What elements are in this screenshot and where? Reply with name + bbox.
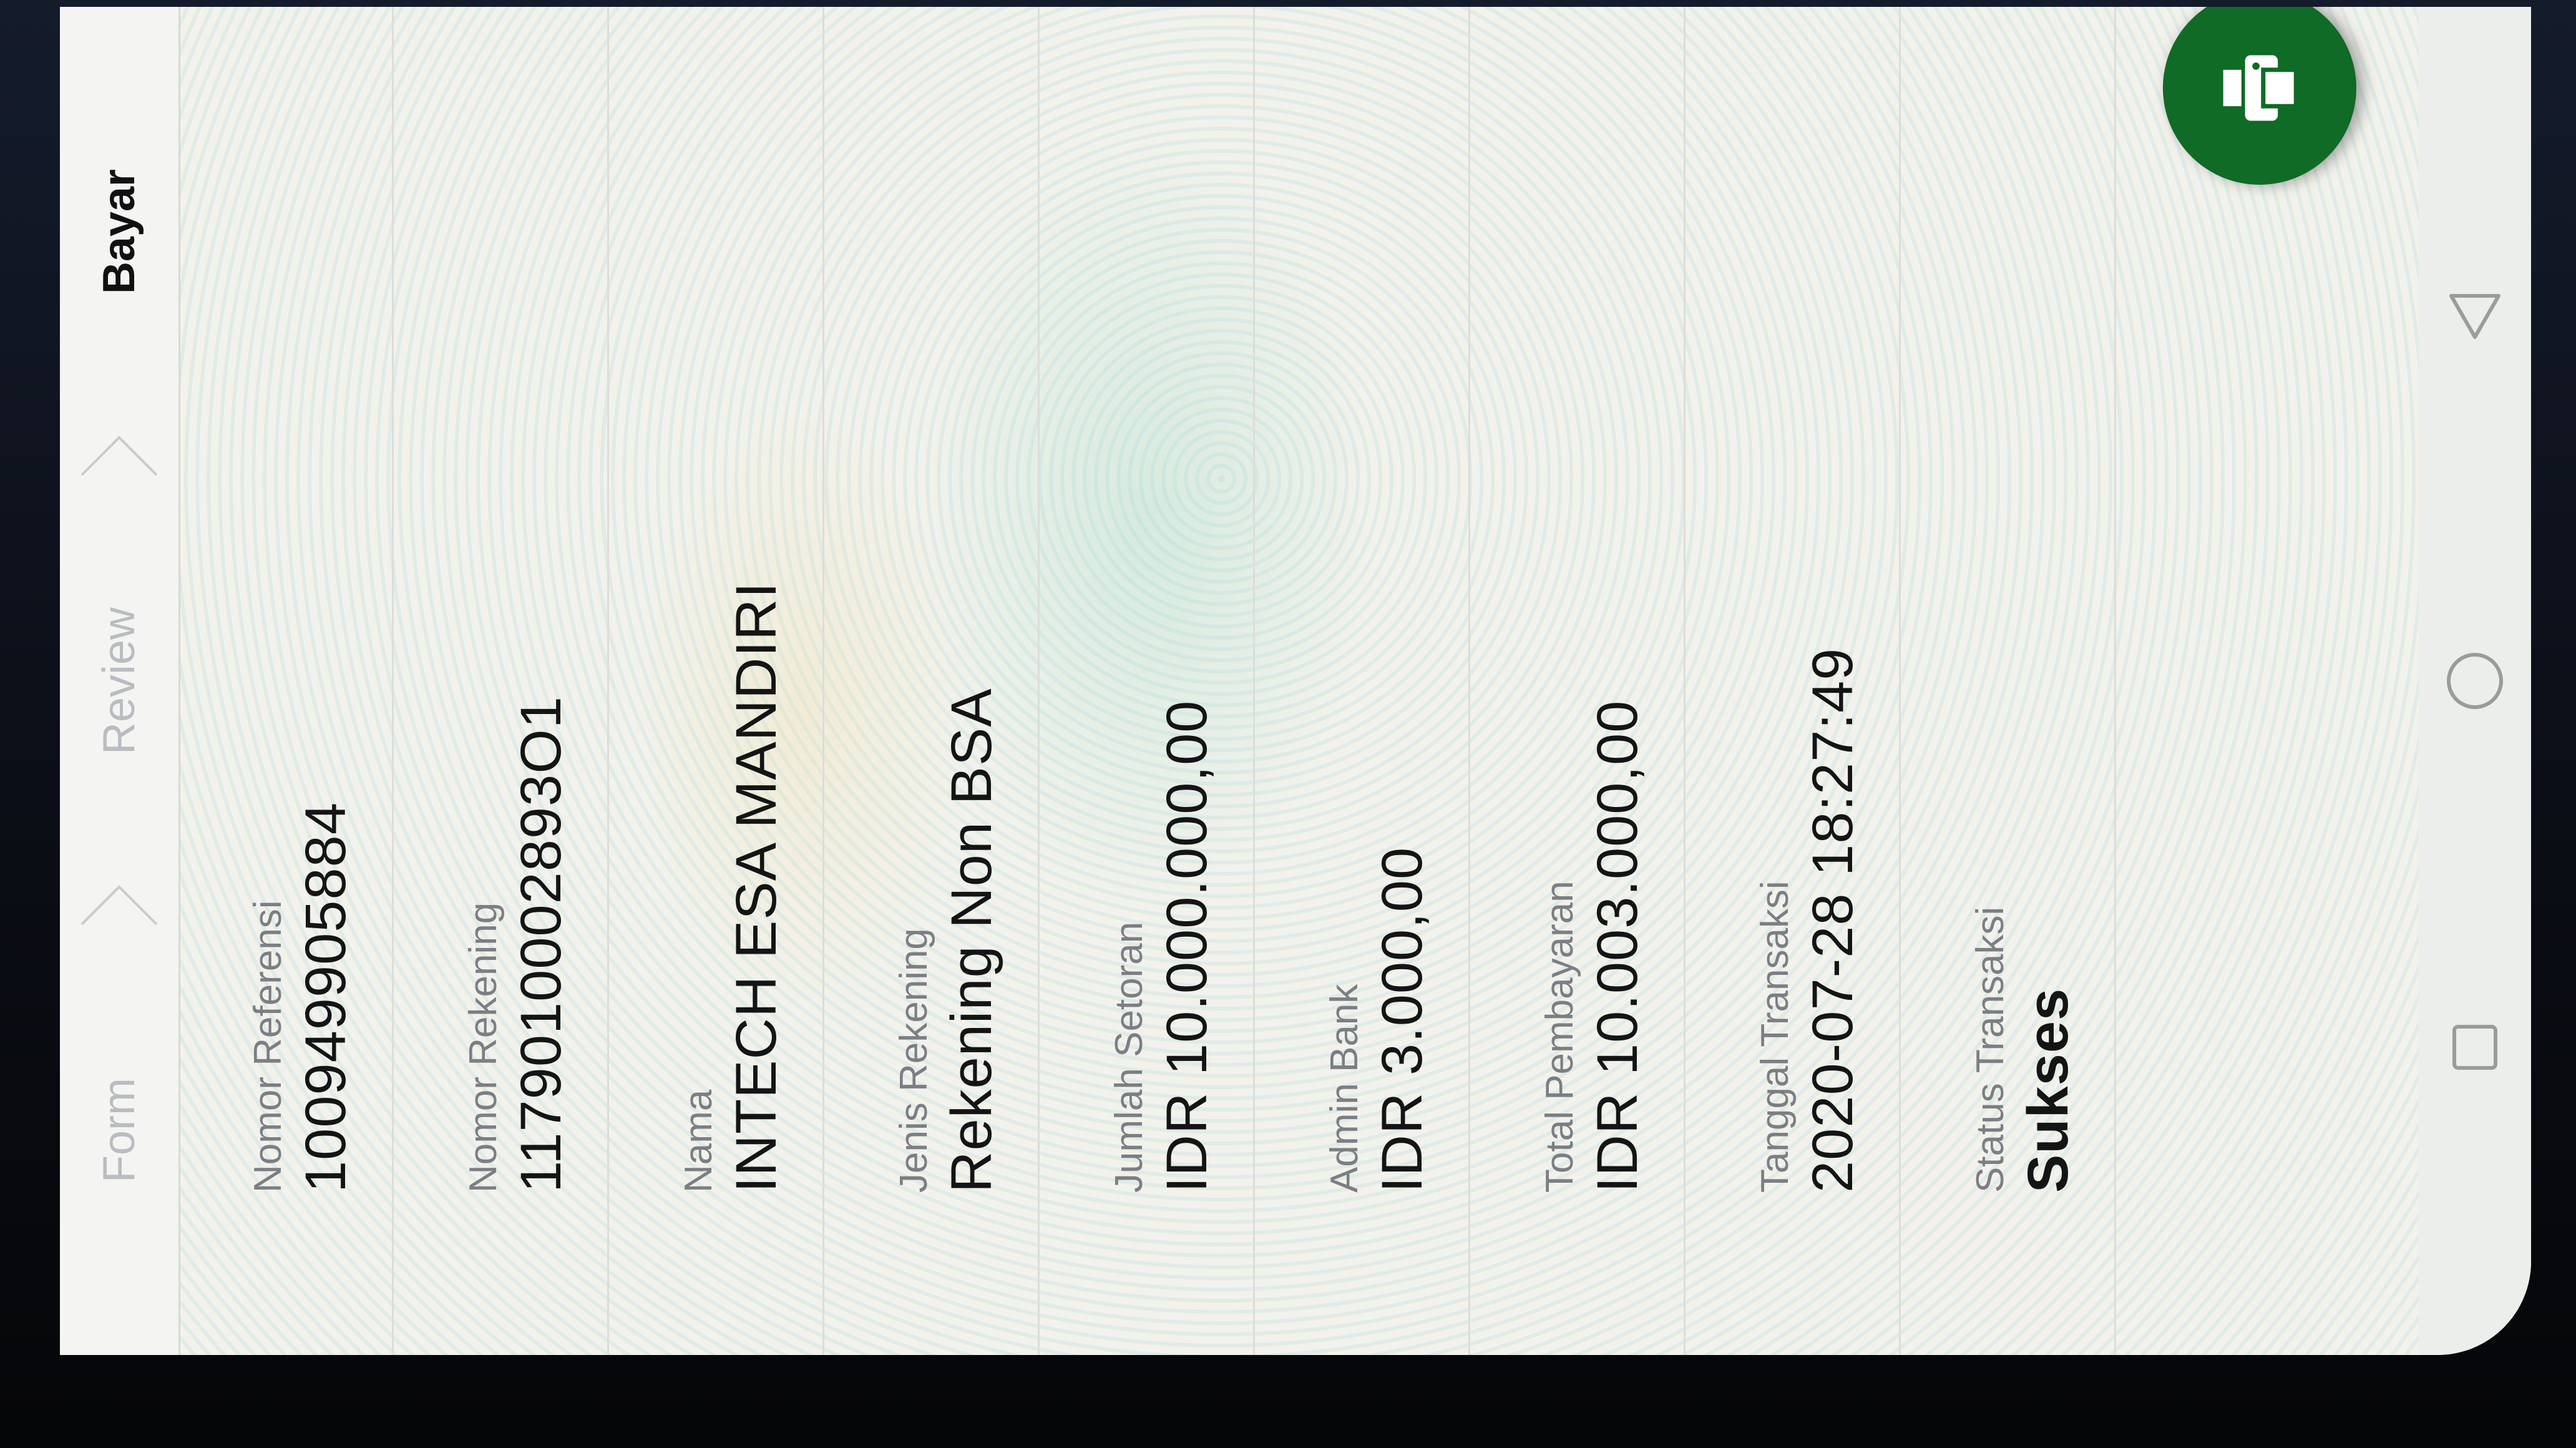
home-button[interactable] [2441, 647, 2509, 715]
recents-button[interactable] [2441, 1013, 2509, 1082]
detail-label: Admin Bank [1323, 984, 1366, 1193]
detail-label: Nomor Rekening [462, 902, 505, 1193]
home-circle-icon [2447, 653, 2503, 710]
step-bayar[interactable]: Bayar [60, 7, 178, 456]
transaction-details: Nomor Referensi 100949905884 Nomor Reken… [178, 7, 2116, 1355]
detail-value: Rekening Non BSA [940, 688, 1003, 1193]
detail-value: IDR 10.003.000,00 [1586, 700, 1649, 1193]
detail-label: Nomor Referensi [246, 900, 290, 1193]
detail-label: Jenis Rekening [892, 928, 935, 1193]
detail-row-nama: Nama INTECH ESA MANDIRI [609, 7, 824, 1355]
detail-value: 1179010002893O1 [509, 695, 573, 1193]
system-navigation-bar [2419, 7, 2531, 1355]
detail-label: Tanggal Transaksi [1754, 881, 1797, 1193]
detail-row-tanggal-transaksi: Tanggal Transaksi 2020-07-28 18:27:49 [1686, 7, 1901, 1355]
detail-label: Jumlah Setoran [1108, 921, 1151, 1193]
detail-value: IDR 3.000,00 [1370, 846, 1434, 1193]
step-review[interactable]: Review [60, 436, 178, 906]
detail-value: 100949905884 [294, 802, 358, 1193]
back-button[interactable] [2441, 280, 2509, 349]
status-value: Sukses [2016, 987, 2080, 1193]
detail-value: INTECH ESA MANDIRI [724, 581, 788, 1193]
step-form[interactable]: Form [60, 885, 178, 1355]
step-bayar-label: Bayar [94, 169, 144, 295]
photo-scene: Form Review Bayar Nomor Referensi 100949… [0, 0, 2576, 1448]
detail-row-jumlah-setoran: Jumlah Setoran IDR 10.000.000,00 [1040, 7, 1255, 1355]
detail-row-jenis-rekening: Jenis Rekening Rekening Non BSA [824, 7, 1040, 1355]
detail-row-total-pembayaran: Total Pembayaran IDR 10.003.000,00 [1470, 7, 1686, 1355]
detail-value: IDR 10.000.000,00 [1155, 700, 1219, 1193]
detail-value: 2020-07-28 18:27:49 [1801, 647, 1865, 1193]
recents-square-icon [2452, 1024, 2497, 1070]
printer-icon [2223, 55, 2298, 121]
step-form-label: Form [94, 1078, 144, 1183]
phone-screen: Form Review Bayar Nomor Referensi 100949… [60, 7, 2531, 1355]
back-triangle-icon [2449, 294, 2500, 340]
transaction-stepper: Form Review Bayar [60, 7, 180, 1355]
detail-label: Status Transaksi [1969, 906, 2012, 1193]
detail-row-nomor-rekening: Nomor Rekening 1179010002893O1 [394, 7, 609, 1355]
detail-label: Nama [677, 1089, 720, 1193]
detail-row-nomor-referensi: Nomor Referensi 100949905884 [178, 7, 394, 1355]
detail-label: Total Pembayaran [1538, 881, 1581, 1193]
detail-row-status-transaksi: Status Transaksi Sukses [1901, 7, 2116, 1355]
detail-row-admin-bank: Admin Bank IDR 3.000,00 [1255, 7, 1470, 1355]
step-review-label: Review [94, 607, 144, 755]
print-button[interactable] [2163, 7, 2356, 185]
